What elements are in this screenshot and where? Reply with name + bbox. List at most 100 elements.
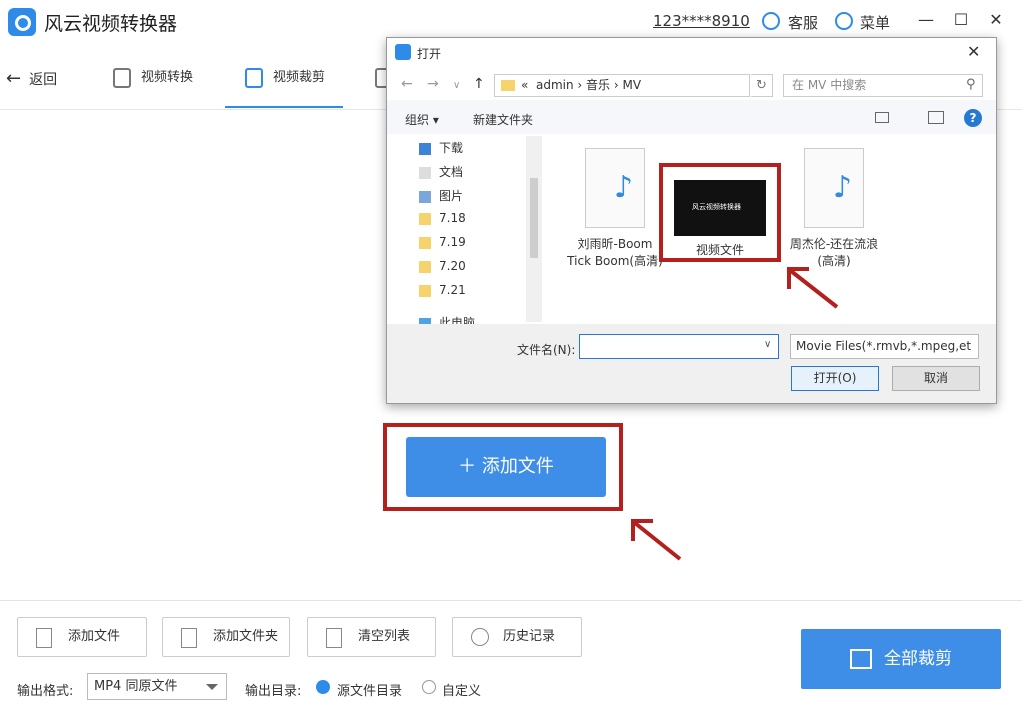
crop-all-label: 全部裁剪 — [884, 649, 952, 669]
tree-label: 图片 — [439, 189, 464, 203]
computer-icon — [419, 317, 431, 324]
radio-custom-dir[interactable] — [422, 680, 436, 694]
tree-item-pictures[interactable]: 图片 — [419, 187, 463, 204]
format-label: 输出格式: — [17, 684, 74, 699]
minimize-icon[interactable]: — — [916, 10, 936, 30]
maximize-icon[interactable]: ☐ — [951, 10, 971, 30]
tree-item-folder[interactable]: 7.20 — [419, 259, 466, 273]
back-label: 返回 — [29, 72, 58, 88]
filename-label: 文件名(N): — [517, 343, 576, 357]
tree-label: 此电脑 — [439, 316, 476, 324]
tree-item-folder[interactable]: 7.19 — [419, 235, 466, 249]
download-icon — [419, 142, 431, 155]
picture-icon — [419, 190, 431, 203]
history-button[interactable]: 历史记录 — [452, 617, 582, 657]
tree-label: 7.19 — [439, 235, 466, 249]
account-phone[interactable]: 123****8910 — [653, 12, 750, 30]
service-button[interactable]: 客服 — [788, 12, 818, 33]
tree-item-this-pc[interactable]: 此电脑 — [419, 314, 475, 324]
highlight-box — [659, 163, 781, 262]
folder-icon — [501, 80, 515, 91]
add-file-tool-button[interactable]: 添加文件 — [17, 617, 147, 657]
tree-item-documents[interactable]: 文档 — [419, 163, 463, 180]
search-input[interactable]: 在 MV 中搜索 — [783, 74, 983, 97]
refresh-icon[interactable]: ↻ — [751, 74, 773, 97]
preview-pane-icon[interactable] — [928, 111, 944, 124]
video-convert-icon — [113, 67, 131, 88]
clear-list-button[interactable]: 清空列表 — [307, 617, 436, 657]
crop-all-button[interactable]: 全部裁剪 — [801, 629, 1001, 689]
divider — [0, 600, 1022, 601]
document-icon — [419, 166, 431, 179]
close-icon[interactable]: ✕ — [986, 10, 1006, 30]
folder-icon — [419, 260, 431, 273]
play-icon — [850, 649, 872, 669]
filename-input[interactable] — [579, 334, 779, 359]
radio-source-dir[interactable] — [316, 680, 330, 694]
chevron-down-icon[interactable]: ∨ — [764, 339, 771, 350]
address-bar[interactable]: « admin › 音乐 › MV — [494, 74, 750, 97]
file-item[interactable]: 刘雨昕-Boom Tick Boom(高清) — [567, 148, 663, 270]
folder-icon — [419, 284, 431, 297]
open-button[interactable]: 打开(O) — [791, 366, 879, 391]
chevron-down-icon[interactable]: ∨ — [453, 80, 460, 91]
tool-label: 清空列表 — [358, 629, 411, 644]
music-file-icon — [804, 148, 864, 228]
path-segment[interactable]: MV — [622, 78, 641, 92]
tool-label: 添加文件 — [68, 629, 121, 644]
tab-video-crop[interactable]: 视频裁剪 — [225, 60, 344, 108]
up-arrow-icon[interactable]: ↑ — [473, 76, 485, 92]
trash-icon — [326, 628, 342, 648]
tree-label: 7.21 — [439, 283, 466, 297]
tree-item-folder[interactable]: 7.18 — [419, 211, 466, 225]
tab-label: 视频裁剪 — [273, 70, 326, 85]
tree-item-folder[interactable]: 7.21 — [419, 283, 466, 297]
arrow-annotation-icon — [787, 267, 839, 309]
tool-label: 历史记录 — [503, 629, 556, 644]
file-name: 刘雨昕-Boom Tick Boom(高清) — [567, 237, 663, 268]
cancel-button[interactable]: 取消 — [892, 366, 980, 391]
path-segment[interactable]: « — [521, 78, 528, 92]
tab-label: 视频转换 — [141, 70, 194, 85]
scrollbar-thumb[interactable] — [530, 178, 538, 258]
organize-button[interactable]: 组织 ▾ — [405, 111, 439, 128]
radio-custom-label[interactable]: 自定义 — [442, 680, 481, 699]
music-file-icon — [585, 148, 645, 228]
tree-item-downloads[interactable]: 下载 — [419, 139, 463, 156]
headset-icon[interactable] — [762, 12, 780, 30]
tree-label: 7.20 — [439, 259, 466, 273]
view-options-icon[interactable] — [875, 112, 889, 123]
arrow-left-icon: ← — [6, 68, 22, 89]
help-icon[interactable]: ? — [964, 109, 982, 127]
radio-source-label[interactable]: 源文件目录 — [337, 680, 402, 699]
tree-label: 文档 — [439, 165, 464, 179]
file-item[interactable]: 周杰伦-还在流浪(高清) — [784, 148, 884, 270]
add-file-button[interactable]: ＋ 添加文件 — [406, 437, 606, 497]
arrow-annotation-icon — [631, 519, 682, 561]
menu-icon[interactable] — [835, 12, 853, 30]
tab-video-convert[interactable]: 视频转换 — [113, 60, 193, 108]
folder-icon — [419, 212, 431, 225]
back-arrow-icon[interactable]: ← — [401, 76, 413, 92]
forward-arrow-icon[interactable]: → — [427, 76, 439, 92]
path-segment[interactable]: 音乐 — [586, 78, 610, 92]
video-crop-icon — [245, 67, 263, 88]
path-segment[interactable]: admin — [536, 78, 574, 92]
close-icon[interactable]: ✕ — [967, 42, 980, 61]
outdir-label: 输出目录: — [245, 684, 302, 699]
tool-label: 添加文件夹 — [213, 629, 279, 644]
open-file-dialog: 打开 ✕ ← → ∨ ↑ « admin › 音乐 › MV ↻ 在 MV 中搜… — [386, 37, 997, 404]
app-title: 风云视频转换器 — [44, 13, 178, 35]
tree-label: 7.18 — [439, 211, 466, 225]
file-plus-icon — [36, 628, 52, 648]
tree-label: 下载 — [439, 141, 464, 155]
menu-button[interactable]: 菜单 — [860, 12, 890, 33]
folder-plus-icon — [181, 628, 197, 648]
clock-icon — [471, 628, 489, 646]
back-button[interactable]: ← 返回 — [6, 68, 57, 89]
add-folder-tool-button[interactable]: 添加文件夹 — [162, 617, 290, 657]
file-type-select[interactable]: Movie Files(*.rmvb,*.mpeg,et — [790, 334, 979, 359]
new-folder-button[interactable]: 新建文件夹 — [473, 111, 533, 128]
dialog-titlebar — [387, 38, 996, 68]
format-select[interactable]: MP4 同原文件 — [87, 673, 227, 700]
